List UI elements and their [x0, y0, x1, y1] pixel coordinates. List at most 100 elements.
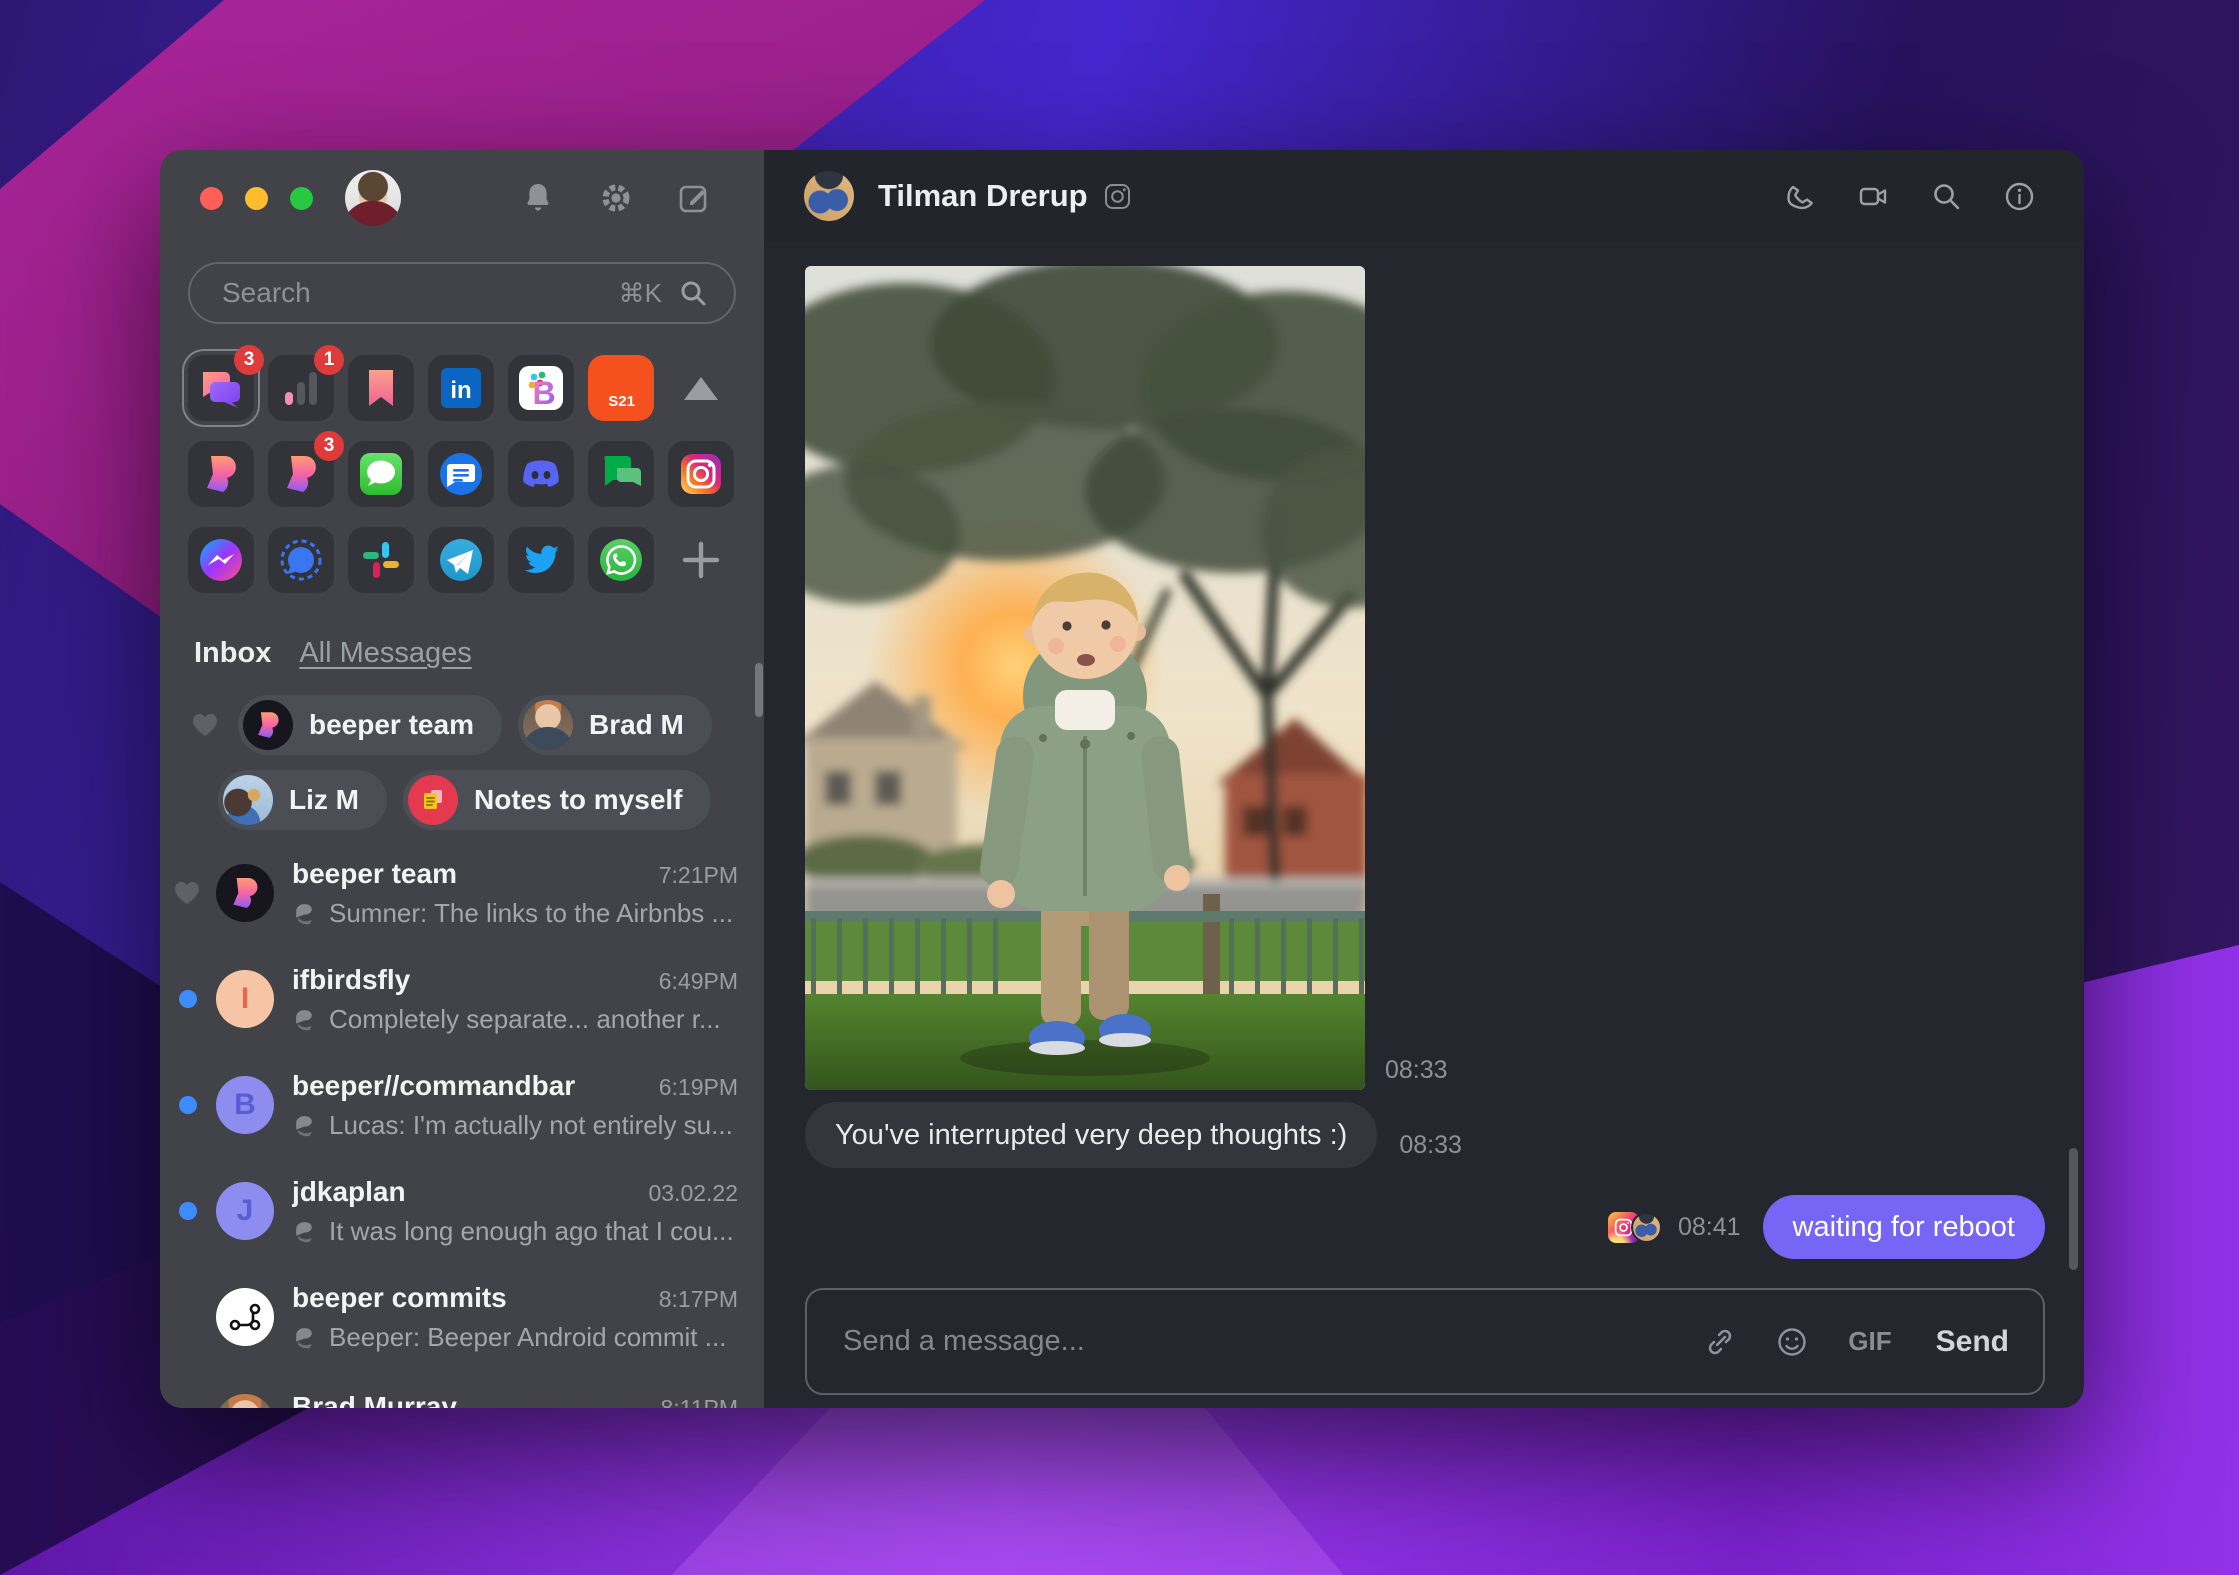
user-avatar[interactable] [345, 170, 401, 226]
network-beeper-unread[interactable]: 3 [268, 431, 344, 507]
list-item-jdkaplan[interactable]: J jdkaplan 03.02.22 It was long enough ag… [160, 1158, 764, 1264]
close-button[interactable] [200, 186, 223, 210]
search-bar[interactable]: ⌘K [188, 262, 736, 324]
plus-icon [682, 541, 720, 579]
conversation-pane: Tilman Drerup 08:33 You've interrupted v… [764, 150, 2084, 1408]
send-button[interactable]: Send [1936, 1325, 2009, 1359]
message-timestamp: 08:33 [1385, 1056, 1448, 1084]
unread-badge: 3 [234, 345, 264, 375]
chat-list: beeper team 7:21PM Sumner: The links to t… [160, 840, 764, 1408]
network-linkedin[interactable]: in [428, 355, 494, 421]
network-beeper-all-chats[interactable]: 3 [188, 345, 264, 421]
heart-icon [193, 714, 217, 736]
favorite-heart-icon [175, 882, 199, 904]
avatar: B [216, 1076, 274, 1134]
network-grid: 3 1 in B S21 3 [188, 345, 734, 593]
search-input[interactable] [220, 276, 619, 310]
network-signal[interactable] [268, 527, 334, 593]
favorite-pill-beeper-team[interactable]: beeper team [238, 695, 502, 755]
avatar [243, 700, 293, 750]
favorite-label: beeper team [309, 709, 474, 740]
outgoing-message-bubble[interactable]: waiting for reboot [1762, 1195, 2045, 1259]
svg-text:in: in [450, 377, 471, 404]
notifications-bell-icon[interactable] [520, 180, 556, 216]
inbox-label[interactable]: Inbox [194, 637, 271, 670]
favorite-label: Notes to myself [474, 784, 683, 815]
minimize-button[interactable] [245, 186, 268, 210]
zoom-button[interactable] [290, 186, 313, 210]
network-bookmarks[interactable] [348, 355, 414, 421]
network-imessage[interactable] [348, 441, 414, 507]
inbox-filter-row: Inbox All Messages [194, 637, 472, 670]
sidebar: ⌘K 3 1 [160, 150, 764, 1408]
network-telegram[interactable] [428, 527, 494, 593]
photo-message-toddler[interactable] [805, 266, 1365, 1090]
unread-dot [179, 1096, 197, 1114]
chat-time: 8:17PM [658, 1285, 738, 1312]
favorites-row: Liz M Notes to myself [218, 770, 711, 830]
incoming-message-bubble[interactable]: You've interrupted very deep thoughts :) [805, 1102, 1378, 1168]
network-beeper-slack[interactable]: B [508, 355, 574, 421]
network-beeper[interactable] [188, 441, 254, 507]
network-google-chat[interactable] [588, 441, 654, 507]
favorite-pill-liz-m[interactable]: Liz M [218, 770, 387, 830]
collapse-grid-button[interactable] [668, 355, 734, 421]
svg-text:S21: S21 [608, 393, 635, 410]
search-in-chat-icon[interactable] [1930, 180, 1963, 213]
chat-preview: Sumner: The links to the Airbnbs ... [329, 897, 734, 928]
network-slack[interactable] [348, 527, 414, 593]
message-input[interactable] [841, 1324, 1665, 1359]
unread-badge: 3 [314, 431, 344, 461]
all-messages-link[interactable]: All Messages [299, 637, 471, 670]
beeper-network-icon [296, 1327, 312, 1348]
avatar: I [216, 970, 274, 1028]
favorite-pill-notes-to-myself[interactable]: Notes to myself [403, 770, 711, 830]
video-call-icon[interactable] [1857, 180, 1890, 213]
unread-badge: 1 [314, 345, 344, 375]
favorite-label: Brad M [588, 709, 684, 740]
chat-header-actions [1784, 180, 2036, 213]
avatar [216, 1394, 274, 1408]
attachment-link-icon[interactable] [1704, 1326, 1736, 1358]
list-item-ifbirdsfly[interactable]: I ifbirdsfly 6:49PM Completely separate..… [160, 946, 764, 1052]
network-stats[interactable]: 1 [268, 345, 344, 421]
chat-name: Brad Murray [292, 1390, 457, 1409]
message-composer: GIF Send [805, 1288, 2045, 1395]
list-item-beeper-team[interactable]: beeper team 7:21PM Sumner: The links to t… [160, 840, 764, 946]
compose-new-icon[interactable] [676, 180, 712, 216]
chat-time: 8:11PM [660, 1394, 738, 1409]
add-network-button[interactable] [668, 527, 734, 593]
chevron-up-icon [684, 376, 718, 400]
settings-gear-icon[interactable] [598, 180, 634, 216]
list-item-beeper-commits[interactable]: beeper commits 8:17PM Beeper: Beeper Andr… [160, 1264, 764, 1370]
chat-time: 7:21PM [658, 861, 738, 888]
network-messenger[interactable] [188, 527, 254, 593]
network-instagram[interactable] [668, 441, 734, 507]
network-discord[interactable] [508, 441, 574, 507]
list-item-brad-murray[interactable]: Brad Murray 8:11PM [160, 1370, 764, 1408]
avatar: J [216, 1182, 274, 1240]
chat-preview: Lucas: I'm actually not entirely su... [329, 1109, 733, 1140]
chat-scrollbar-thumb[interactable] [2069, 1148, 2078, 1270]
beeper-window: ⌘K 3 1 [160, 150, 2084, 1408]
chat-name: beeper commits [292, 1281, 507, 1313]
phone-call-icon[interactable] [1784, 180, 1817, 213]
favorite-pill-brad-m[interactable]: Brad M [517, 695, 712, 755]
contact-avatar[interactable] [804, 171, 854, 221]
network-android-messages[interactable] [428, 441, 494, 507]
chat-time: 03.02.22 [648, 1179, 738, 1206]
message-timestamp: 08:33 [1399, 1131, 1462, 1159]
emoji-smiley-icon[interactable] [1776, 1326, 1808, 1358]
gif-button[interactable]: GIF [1848, 1326, 1891, 1357]
sidebar-topbar [160, 150, 764, 246]
network-whatsapp[interactable] [588, 527, 654, 593]
sidebar-scrollbar-thumb[interactable] [755, 663, 763, 717]
list-item-beeper-commandbar[interactable]: B beeper//commandbar 6:19PM Lucas: I'm ac… [160, 1052, 764, 1158]
chat-time: 6:19PM [658, 1073, 738, 1100]
svg-text:B: B [532, 375, 555, 411]
network-s21[interactable]: S21 [588, 355, 654, 421]
network-twitter[interactable] [508, 527, 574, 593]
info-icon[interactable] [2003, 180, 2036, 213]
git-branch-icon [229, 1303, 261, 1331]
avatar [223, 775, 273, 825]
